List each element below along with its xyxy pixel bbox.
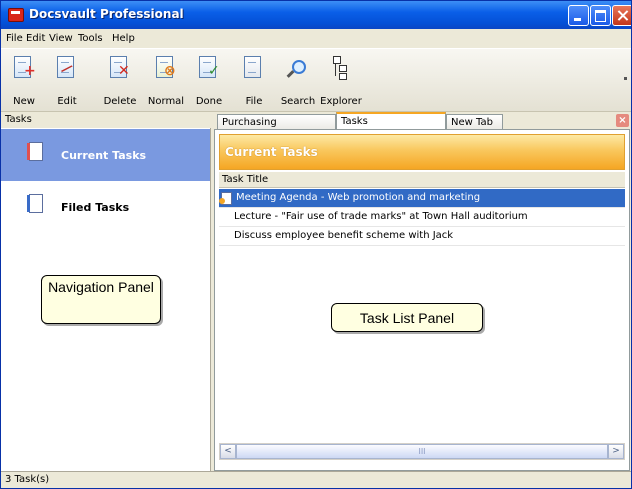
new-label: New	[13, 96, 35, 107]
explorer-icon	[331, 56, 349, 80]
new-button[interactable]: + New	[3, 54, 45, 110]
table-row[interactable]: Discuss employee benefit scheme with Jac…	[219, 227, 625, 246]
task-list-header: Current Tasks	[219, 134, 625, 170]
toolbar: + New / Edit ✕ Delete ⊗ Normal ✓ Done Fi…	[1, 48, 631, 112]
search-icon	[286, 56, 306, 80]
app-icon[interactable]	[8, 8, 24, 22]
delete-button[interactable]: ✕ Delete	[99, 54, 141, 110]
file-label: File	[245, 96, 263, 107]
nav-item-current-tasks[interactable]: Current Tasks	[1, 129, 210, 181]
scroll-thumb[interactable]: III	[236, 444, 608, 459]
menu-view[interactable]: View	[49, 33, 73, 44]
nav-item-label: Current Tasks	[61, 149, 147, 162]
tab-purchasing[interactable]: Purchasing	[217, 114, 336, 129]
app-window: Docsvault Professional File Edit View To…	[0, 0, 632, 489]
edit-icon: /	[57, 56, 75, 80]
delete-label: Delete	[103, 96, 137, 107]
new-task-icon: +	[14, 56, 36, 80]
task-list-panel-callout: Task List Panel	[331, 303, 483, 332]
maximize-button[interactable]	[590, 5, 611, 26]
scroll-left-button[interactable]: <	[220, 444, 236, 459]
done-label: Done	[195, 96, 223, 107]
nav-header-label: Tasks	[5, 114, 32, 125]
explorer-button[interactable]: Explorer	[320, 54, 362, 110]
tab-strip: Purchasing New Tab Tasks ×	[212, 112, 631, 129]
nav-item-filed-tasks[interactable]: Filed Tasks	[1, 181, 210, 233]
task-title: Lecture - "Fair use of trade marks" at T…	[234, 211, 528, 222]
filed-tasks-icon	[27, 194, 43, 213]
menu-tools[interactable]: Tools	[78, 33, 103, 44]
column-header-task-title[interactable]: Task Title	[219, 172, 625, 188]
done-button[interactable]: ✓ Done	[188, 54, 230, 110]
task-title: Discuss employee benefit scheme with Jac…	[234, 230, 454, 241]
scroll-right-button[interactable]: >	[608, 444, 624, 459]
navigation-panel-callout: Navigation Panel	[41, 275, 161, 324]
normal-priority-icon: ⊗	[156, 56, 176, 80]
file-icon	[244, 56, 262, 80]
task-list-title: Current Tasks	[225, 145, 318, 159]
tab-tasks[interactable]: Tasks	[336, 112, 446, 129]
search-label: Search	[280, 96, 316, 107]
tab-new-tab[interactable]: New Tab	[446, 114, 503, 129]
window-title: Docsvault Professional	[29, 7, 184, 21]
file-button[interactable]: File	[233, 54, 275, 110]
task-list-panel: Current Tasks Task Title Meeting Agenda …	[214, 129, 630, 471]
explorer-label: Explorer	[320, 96, 362, 107]
toolbar-overflow-icon[interactable]	[624, 77, 627, 80]
title-bar[interactable]: Docsvault Professional	[1, 1, 631, 29]
nav-header: Tasks	[1, 112, 210, 129]
nav-item-label: Filed Tasks	[61, 201, 130, 214]
normal-label: Normal	[147, 96, 185, 107]
menu-edit[interactable]: Edit	[26, 33, 45, 44]
normal-button[interactable]: ⊗ Normal	[145, 54, 187, 110]
search-button[interactable]: Search	[277, 54, 319, 110]
delete-icon: ✕	[110, 56, 130, 80]
status-bar: 3 Task(s)	[1, 471, 631, 488]
menu-file[interactable]: File	[6, 33, 23, 44]
current-tasks-icon	[27, 142, 43, 161]
close-button[interactable]	[612, 5, 631, 26]
horizontal-scrollbar[interactable]: < III >	[219, 443, 625, 460]
done-icon: ✓	[199, 56, 220, 80]
task-title: Meeting Agenda - Web promotion and marke…	[236, 192, 481, 203]
minimize-button[interactable]	[568, 5, 589, 26]
menu-help[interactable]: Help	[112, 33, 135, 44]
table-row[interactable]: Meeting Agenda - Web promotion and marke…	[219, 189, 625, 208]
edit-button[interactable]: / Edit	[46, 54, 88, 110]
column-header-label: Task Title	[222, 174, 269, 185]
task-priority-icon	[219, 192, 232, 205]
menu-bar: File Edit View Tools Help	[1, 29, 631, 48]
status-text: 3 Task(s)	[5, 474, 50, 485]
table-row[interactable]: Lecture - "Fair use of trade marks" at T…	[219, 208, 625, 227]
close-tab-icon[interactable]: ×	[616, 114, 629, 127]
edit-label: Edit	[57, 96, 77, 107]
